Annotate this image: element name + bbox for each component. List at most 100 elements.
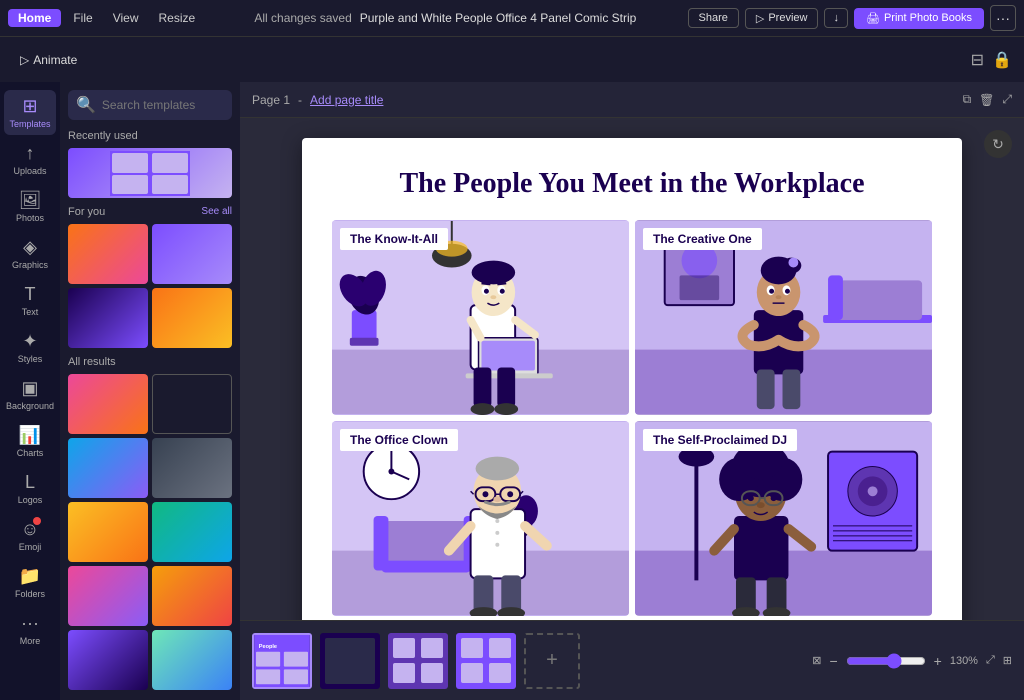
lock-icon[interactable]: 🔒 xyxy=(992,50,1012,70)
comic-panel-1[interactable]: The Know-It-All xyxy=(332,220,629,415)
result-thumb-5[interactable] xyxy=(68,502,148,562)
filmstrip-svg-4 xyxy=(456,633,516,689)
expand-view-icon[interactable]: ⊞ xyxy=(1003,654,1012,667)
styles-icon: ✦ xyxy=(22,331,37,352)
comic-panel-3[interactable]: The Office Clown xyxy=(332,421,629,616)
duplicate-icon[interactable]: ⧉ xyxy=(963,92,972,107)
background-icon: ▣ xyxy=(21,378,38,399)
share-button[interactable]: Share xyxy=(688,8,739,28)
comic-grid: The Know-It-All xyxy=(332,220,932,616)
panel-2-label: The Creative One xyxy=(643,228,762,250)
expand-icon[interactable]: ⤢ xyxy=(1002,92,1012,107)
minus-icon[interactable]: − xyxy=(829,653,837,669)
more-icon: ··· xyxy=(21,613,39,634)
sidebar-item-photos[interactable]: 🖼 Photos xyxy=(4,184,56,229)
page-label: Page 1 xyxy=(252,93,290,107)
zoom-slider[interactable] xyxy=(846,653,926,669)
comic-title: The People You Meet in the Workplace xyxy=(332,168,932,200)
preview-button[interactable]: ▷ Preview xyxy=(745,8,819,29)
sidebar-item-text[interactable]: T Text xyxy=(4,278,56,323)
filmstrip-thumb-1[interactable]: People xyxy=(252,633,312,689)
result-thumb-9[interactable] xyxy=(68,630,148,690)
fullscreen-icon[interactable]: ⤢ xyxy=(986,654,995,667)
view-menu[interactable]: View xyxy=(105,9,147,27)
sidebar-item-charts[interactable]: 📊 Charts xyxy=(4,419,56,464)
filmstrip-thumb-3[interactable] xyxy=(388,633,448,689)
template-thumb-4[interactable] xyxy=(152,288,232,348)
search-input[interactable] xyxy=(102,98,240,112)
page-separator: - xyxy=(298,93,302,107)
document-title: Purple and White People Office 4 Panel C… xyxy=(360,11,637,25)
result-thumb-1[interactable] xyxy=(68,374,148,434)
left-sidebar: ⊞ Templates ↑ Uploads 🖼 Photos ◈ Graphic… xyxy=(0,82,240,700)
nav-right-actions: Share ▷ Preview ↓ 🖨 Print Photo Books ··… xyxy=(688,5,1016,31)
search-bar[interactable]: 🔍 ≡ xyxy=(68,90,232,120)
template-thumb-2[interactable] xyxy=(152,224,232,284)
resize-menu[interactable]: Resize xyxy=(150,9,203,27)
sidebar-item-templates[interactable]: ⊞ Templates xyxy=(4,90,56,135)
templates-icon: ⊞ xyxy=(22,96,37,117)
animate-play-icon: ▷ xyxy=(20,53,29,67)
sidebar-item-folders[interactable]: 📁 Folders xyxy=(4,560,56,605)
result-thumb-6[interactable] xyxy=(152,502,232,562)
result-thumb-8[interactable] xyxy=(152,566,232,626)
sidebar-item-background[interactable]: ▣ Background xyxy=(4,372,56,417)
result-thumb-10[interactable] xyxy=(152,630,232,690)
nav-center: All changes saved Purple and White Peopl… xyxy=(207,11,683,25)
sidebar-item-emoji[interactable]: ☺ Emoji xyxy=(4,513,56,558)
zoom-level: 130% xyxy=(950,655,978,667)
text-icon: T xyxy=(25,284,36,305)
logos-icon: L xyxy=(25,472,35,493)
comic-panel-4[interactable]: The Self-Proclaimed DJ xyxy=(635,421,932,616)
filmstrip-svg-3 xyxy=(388,633,448,689)
filter-icon[interactable]: ⊟ xyxy=(971,50,984,70)
graphics-label: Graphics xyxy=(12,260,48,270)
page-toolbar: Page 1 - Add page title ⧉ 🗑 ⤢ xyxy=(240,82,1024,118)
emoji-icon: ☺ xyxy=(21,519,39,540)
background-label: Background xyxy=(6,401,54,411)
photos-label: Photos xyxy=(16,213,44,223)
filmstrip-thumb-4[interactable] xyxy=(456,633,516,689)
sidebar-item-uploads[interactable]: ↑ Uploads xyxy=(4,137,56,182)
refresh-button[interactable]: ↻ xyxy=(984,130,1012,158)
filmstrip-thumb-2[interactable] xyxy=(320,633,380,689)
see-all-button[interactable]: See all xyxy=(201,206,232,217)
panel-4-label: The Self-Proclaimed DJ xyxy=(643,429,797,451)
sidebar-item-styles[interactable]: ✦ Styles xyxy=(4,325,56,370)
download-button[interactable]: ↓ xyxy=(824,8,848,28)
file-menu[interactable]: File xyxy=(65,9,100,27)
result-thumb-7[interactable] xyxy=(68,566,148,626)
sidebar-item-logos[interactable]: L Logos xyxy=(4,466,56,511)
more-options-button[interactable]: ··· xyxy=(990,5,1016,31)
result-thumb-3[interactable] xyxy=(68,438,148,498)
recent-template-thumb[interactable] xyxy=(68,148,232,198)
text-label: Text xyxy=(22,307,39,317)
animate-button[interactable]: ▷ Animate xyxy=(12,49,85,71)
canvas-scroll[interactable]: ↻ The People You Meet in the Workplace T… xyxy=(240,118,1024,620)
sidebar-item-more[interactable]: ··· More xyxy=(4,607,56,652)
fit-icon[interactable]: ⊠ xyxy=(812,654,821,667)
folders-label: Folders xyxy=(15,589,45,599)
zoom-bar: ⊠ − + 130% ⤢ ⊞ xyxy=(812,653,1012,669)
emoji-label: Emoji xyxy=(19,542,42,552)
delete-icon[interactable]: 🗑 xyxy=(979,93,994,107)
sidebar-item-graphics[interactable]: ◈ Graphics xyxy=(4,231,56,276)
animate-label: Animate xyxy=(33,53,77,67)
charts-label: Charts xyxy=(17,448,44,458)
page-title-link[interactable]: Add page title xyxy=(310,93,383,107)
canvas-area: Page 1 - Add page title ⧉ 🗑 ⤢ ↻ The Peop… xyxy=(240,82,1024,700)
canvas-toolbar-right: ⧉ 🗑 ⤢ xyxy=(963,92,1012,107)
add-page-button[interactable]: + xyxy=(524,633,580,689)
print-icon: 🖨 xyxy=(866,12,880,25)
plus-icon[interactable]: + xyxy=(934,653,942,669)
main-layout: ⊞ Templates ↑ Uploads 🖼 Photos ◈ Graphic… xyxy=(0,82,1024,700)
comic-panel-2[interactable]: The Creative One xyxy=(635,220,932,415)
home-button[interactable]: Home xyxy=(8,9,61,27)
result-thumb-4[interactable] xyxy=(152,438,232,498)
print-button[interactable]: 🖨 Print Photo Books xyxy=(854,8,984,29)
for-you-grid xyxy=(68,224,232,348)
preview-icon: ▷ xyxy=(756,12,764,25)
result-thumb-2[interactable] xyxy=(152,374,232,434)
template-thumb-1[interactable] xyxy=(68,224,148,284)
template-thumb-3[interactable] xyxy=(68,288,148,348)
